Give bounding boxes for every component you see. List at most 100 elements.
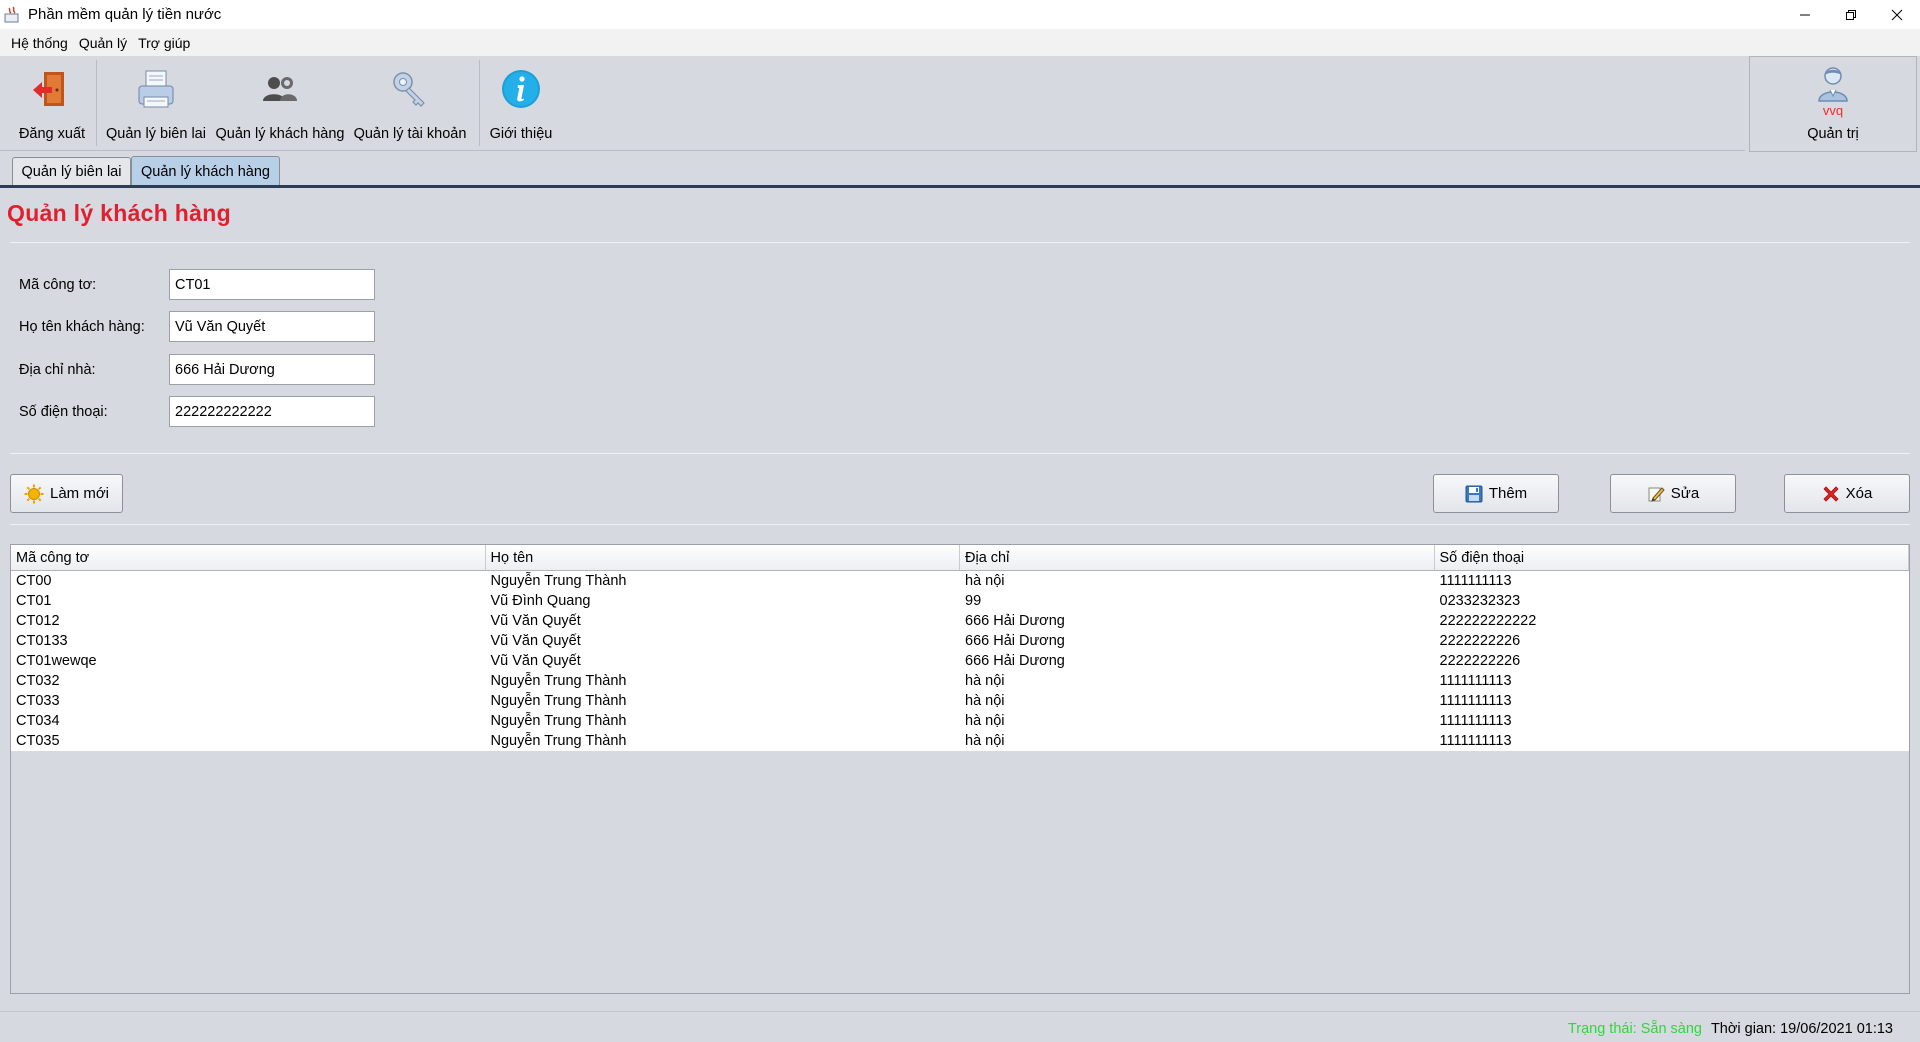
printer-icon — [138, 70, 174, 108]
cell-name: Vũ Văn Quyết — [490, 633, 581, 649]
cell-meter: CT0133 — [16, 633, 68, 649]
refresh-label: Làm mới — [49, 485, 109, 502]
customer-name-input[interactable] — [169, 311, 375, 342]
tab-customers[interactable]: Quản lý khách hàng — [131, 156, 280, 186]
cell-meter: CT032 — [16, 673, 60, 689]
user-panel[interactable]: vvq Quản trị — [1749, 56, 1917, 152]
about-button[interactable]: Giới thiệu — [484, 56, 558, 151]
java-app-icon — [4, 6, 19, 22]
divider — [10, 242, 1910, 243]
tab-receipts[interactable]: Quản lý biên lai — [12, 157, 131, 185]
cell-meter: CT00 — [16, 573, 52, 589]
accounts-button[interactable]: Quản lý tài khoản — [351, 56, 469, 151]
status-time: Thời gian: 19/06/2021 01:13 — [1710, 1021, 1893, 1037]
cell-meter: CT01wewqe — [16, 653, 97, 669]
edit-button[interactable]: Sửa — [1610, 474, 1736, 513]
customers-label: Quản lý khách hàng — [215, 126, 345, 142]
cell-address: hà nội — [965, 733, 1005, 749]
column-header-address[interactable]: Địa chỉ — [960, 545, 1435, 570]
close-icon — [1891, 9, 1903, 20]
table-row[interactable]: CT034 Nguyễn Trung Thành hà nội 11111111… — [11, 711, 1909, 731]
table-row[interactable]: CT01 Vũ Đình Quang 99 0233232323 — [11, 591, 1909, 611]
column-header-meter[interactable]: Mã công tơ — [11, 545, 486, 570]
toolbar: Đăng xuất Quản lý biên lai Quản lý khách… — [0, 56, 1745, 151]
logout-icon — [33, 72, 64, 106]
status-state: Trạng thái: Sẵn sàng — [1567, 1021, 1702, 1037]
divider — [10, 524, 1910, 525]
edit-label: Sửa — [1670, 485, 1700, 502]
divider — [10, 453, 1910, 454]
status-bar: Trạng thái: Sẵn sàng Thời gian: 19/06/20… — [0, 1011, 1920, 1042]
menu-system[interactable]: Hệ thống — [6, 35, 74, 51]
user-role: Quản trị — [1807, 126, 1859, 142]
address-label: Địa chỉ nhà: — [19, 362, 96, 378]
cell-phone: 0233232323 — [1439, 593, 1521, 609]
key-icon — [393, 72, 425, 107]
phone-label: Số điện thoại: — [19, 404, 108, 420]
cell-address: 666 Hải Dương — [965, 613, 1065, 629]
users-icon — [263, 77, 297, 101]
restore-button[interactable] — [1828, 0, 1874, 29]
phone-input[interactable] — [169, 396, 375, 427]
table-header: Mã công tơ Họ tên Địa chỉ Số điện thoại — [11, 545, 1909, 571]
cell-phone: 1111111113 — [1439, 673, 1512, 689]
minimize-button[interactable] — [1782, 0, 1828, 29]
about-label: Giới thiệu — [489, 126, 553, 142]
tab-strip: Quản lý biên lai Quản lý khách hàng — [0, 152, 1920, 186]
user-avatar-icon — [1818, 67, 1848, 102]
logout-button[interactable]: Đăng xuất — [12, 56, 92, 151]
customer-panel: Quản lý khách hàng Mã công tơ: Họ tên kh… — [0, 188, 1920, 1011]
refresh-button[interactable]: Làm mới — [10, 474, 123, 513]
column-header-phone[interactable]: Số điện thoại — [1435, 545, 1909, 570]
menu-bar: Hệ thống Quản lý Trợ giúp — [0, 29, 1920, 56]
page-title: Quản lý khách hàng — [7, 200, 231, 226]
cell-name: Nguyễn Trung Thành — [490, 673, 627, 689]
pencil-icon — [1648, 486, 1665, 502]
delete-label: Xóa — [1845, 485, 1873, 502]
accounts-label: Quản lý tài khoản — [353, 126, 467, 142]
receipts-button[interactable]: Quản lý biên lai — [103, 56, 209, 151]
save-icon — [1465, 485, 1483, 502]
refresh-sun-icon — [24, 484, 44, 503]
cell-phone: 1111111113 — [1439, 573, 1512, 589]
cell-meter: CT01 — [16, 593, 52, 609]
cell-meter: CT033 — [16, 693, 60, 709]
table-row[interactable]: CT012 Vũ Văn Quyết 666 Hải Dương 2222222… — [11, 611, 1909, 631]
table-row[interactable]: CT035 Nguyễn Trung Thành hà nội 11111111… — [11, 731, 1909, 751]
cell-address: hà nội — [965, 673, 1005, 689]
table-row[interactable]: CT033 Nguyễn Trung Thành hà nội 11111111… — [11, 691, 1909, 711]
cell-phone: 222222222222 — [1439, 613, 1537, 629]
info-icon — [502, 70, 540, 108]
cell-address: hà nội — [965, 693, 1005, 709]
delete-button[interactable]: Xóa — [1784, 474, 1910, 513]
meter-label: Mã công tơ: — [19, 277, 97, 293]
cell-meter: CT035 — [16, 733, 60, 749]
cell-name: Vũ Văn Quyết — [490, 613, 581, 629]
table-row[interactable]: CT0133 Vũ Văn Quyết 666 Hải Dương 222222… — [11, 631, 1909, 651]
cell-name: Nguyễn Trung Thành — [490, 573, 627, 589]
close-button[interactable] — [1874, 0, 1920, 29]
delete-x-icon — [1823, 485, 1839, 502]
name-label: Họ tên khách hàng: — [19, 319, 145, 335]
cell-phone: 1111111113 — [1439, 713, 1512, 729]
menu-help[interactable]: Trợ giúp — [133, 35, 196, 51]
cell-address: hà nội — [965, 573, 1005, 589]
cell-phone: 1111111113 — [1439, 733, 1512, 749]
table-body: CT00 Nguyễn Trung Thành hà nội 111111111… — [11, 571, 1909, 751]
cell-phone: 2222222226 — [1439, 653, 1521, 669]
title-bar: Phần mềm quản lý tiền nước — [0, 0, 1920, 29]
table-row[interactable]: CT032 Nguyễn Trung Thành hà nội 11111111… — [11, 671, 1909, 691]
cell-name: Vũ Đình Quang — [490, 593, 591, 609]
cell-meter: CT034 — [16, 713, 60, 729]
receipts-label: Quản lý biên lai — [106, 126, 206, 142]
customers-button[interactable]: Quản lý khách hàng — [209, 56, 351, 151]
meter-input[interactable] — [169, 269, 375, 300]
menu-manage[interactable]: Quản lý — [74, 35, 133, 51]
add-button[interactable]: Thêm — [1433, 474, 1559, 513]
cell-name: Nguyễn Trung Thành — [490, 733, 627, 749]
column-header-name[interactable]: Họ tên — [486, 545, 960, 570]
address-input[interactable] — [169, 354, 375, 385]
cell-address: hà nội — [965, 713, 1005, 729]
table-row[interactable]: CT01wewqe Vũ Văn Quyết 666 Hải Dương 222… — [11, 651, 1909, 671]
table-row[interactable]: CT00 Nguyễn Trung Thành hà nội 111111111… — [11, 571, 1909, 591]
